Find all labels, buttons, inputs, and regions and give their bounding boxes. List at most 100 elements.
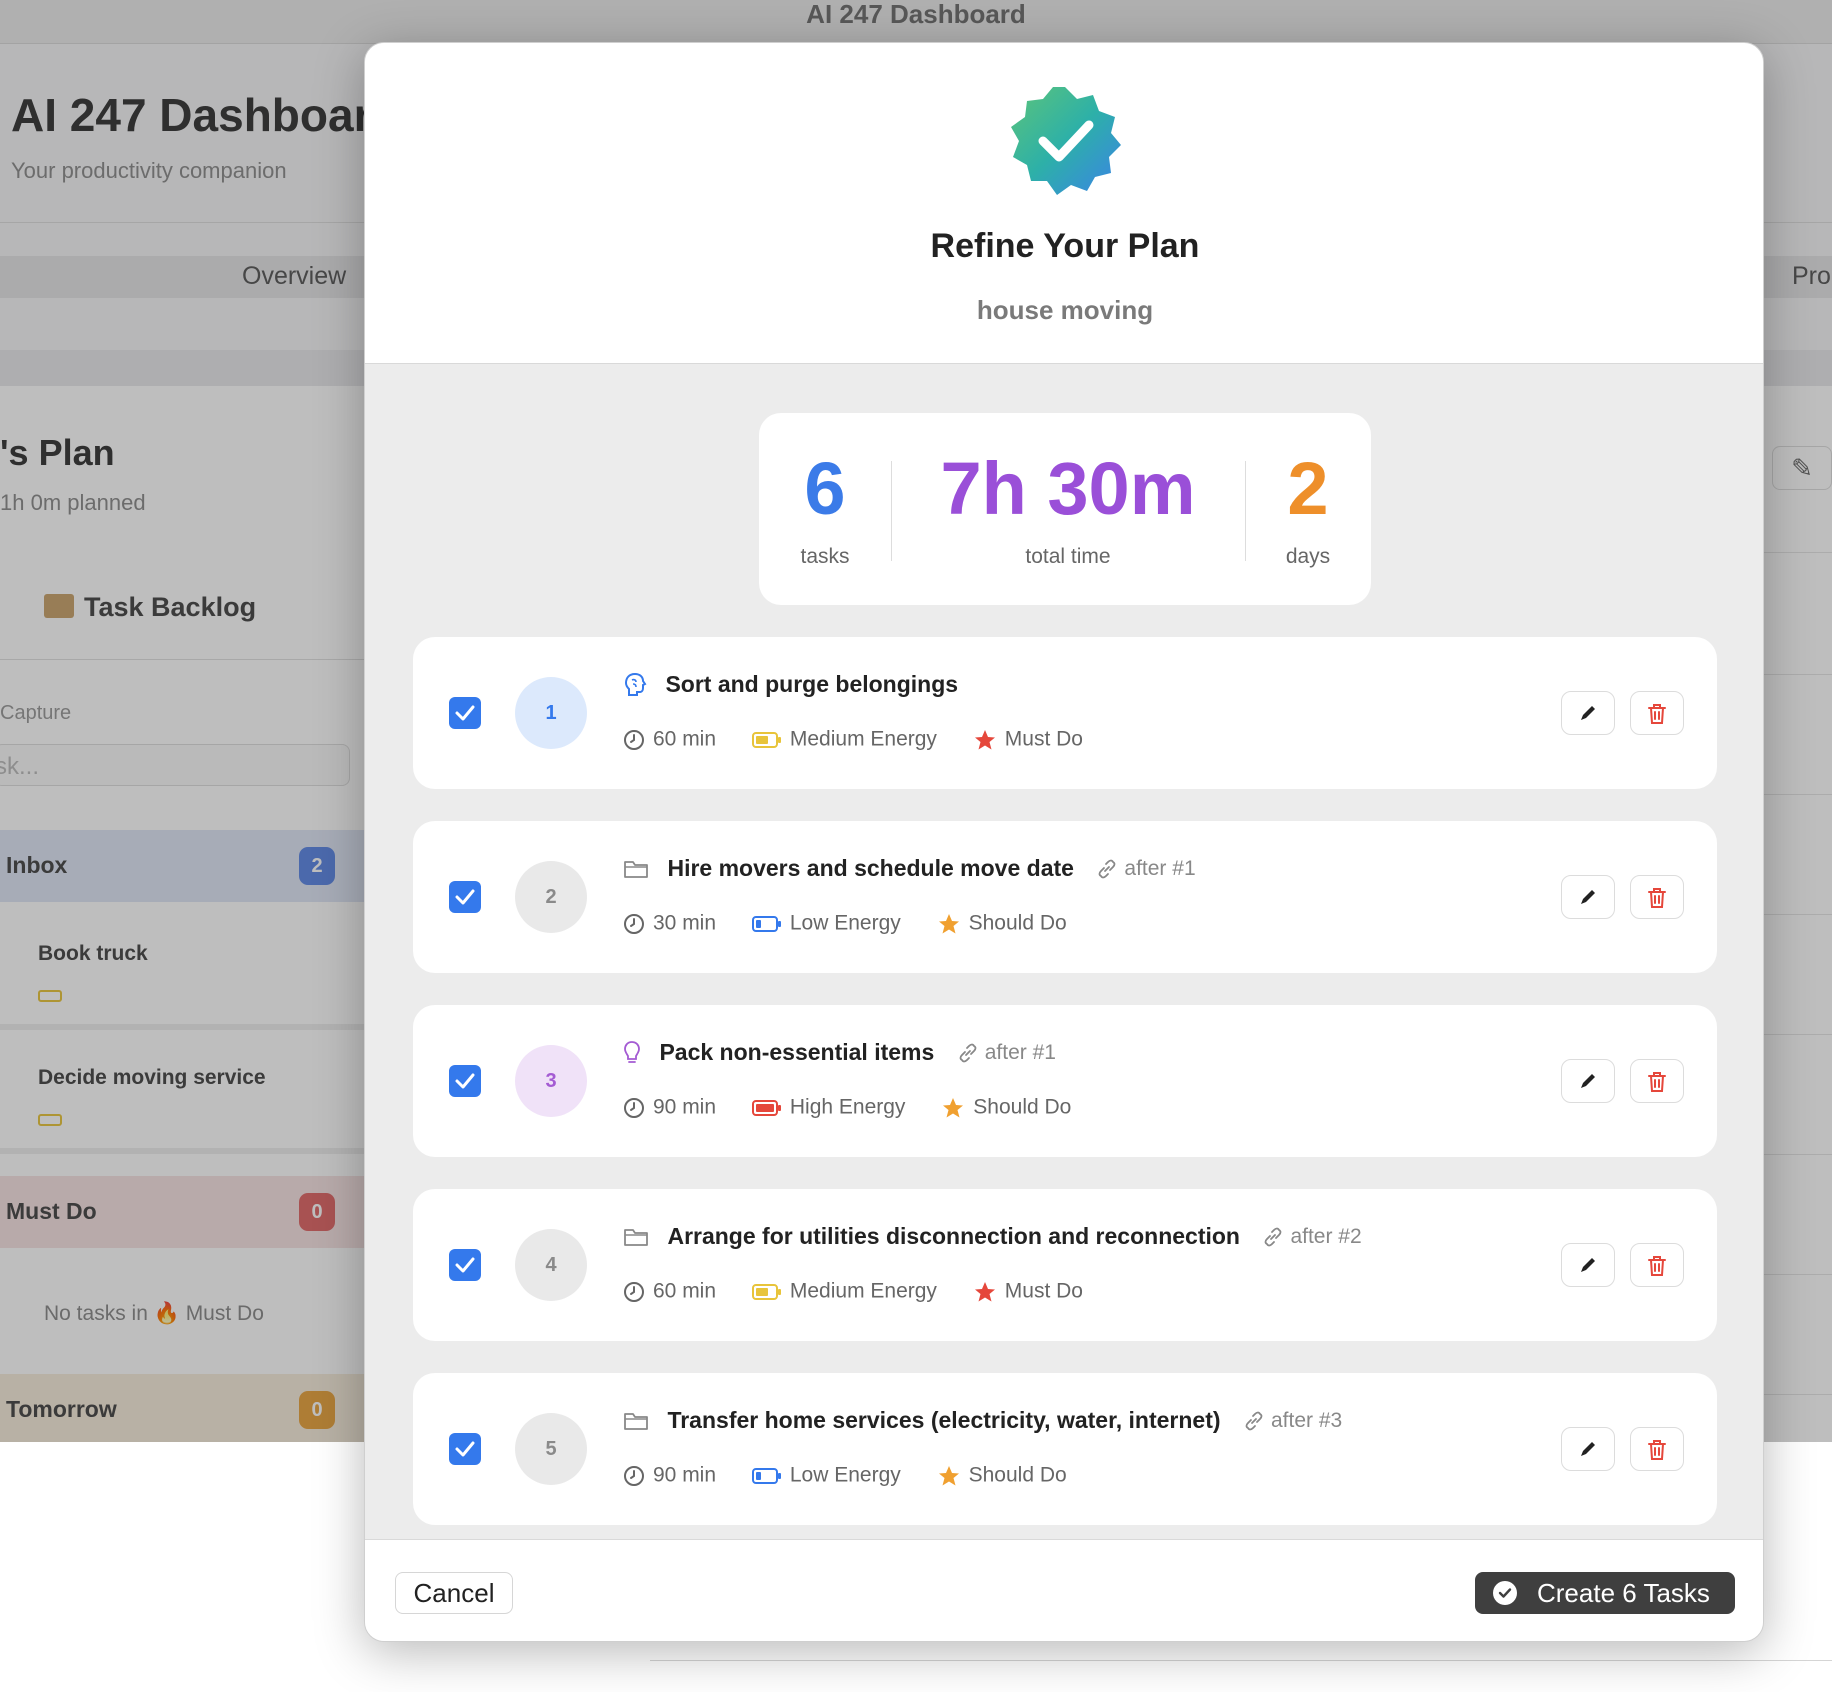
brain-icon — [624, 672, 647, 696]
task-card: 1 Sort and purge belongings 60 min Mediu… — [413, 637, 1717, 789]
edit-task-button[interactable] — [1561, 691, 1615, 735]
task-meta: 90 min Low Energy Should Do — [623, 1463, 1097, 1491]
pencil-icon — [1581, 706, 1595, 720]
stat-value: 2 — [1287, 447, 1329, 530]
energy-label: Low Energy — [789, 911, 901, 935]
delete-task-button[interactable] — [1630, 875, 1684, 919]
edit-task-button[interactable] — [1561, 1059, 1615, 1103]
task-title-row: Hire movers and schedule move date after… — [623, 855, 1196, 887]
battery-medium-icon — [751, 731, 781, 748]
task-number: 3 — [515, 1045, 587, 1117]
priority-label: Should Do — [973, 1095, 1072, 1119]
edit-task-button[interactable] — [1561, 1243, 1615, 1287]
task-checkbox[interactable] — [449, 1065, 481, 1097]
verified-badge-icon — [1011, 87, 1121, 195]
dependency-label: after #1 — [1124, 856, 1196, 880]
task-number: 4 — [515, 1229, 587, 1301]
star-icon — [938, 1465, 959, 1486]
task-energy: Low Energy — [751, 911, 901, 935]
trash-icon — [1648, 1256, 1666, 1276]
stat-value: 7h 30m — [940, 447, 1196, 530]
task-list: 1 Sort and purge belongings 60 min Mediu… — [413, 637, 1717, 1577]
modal-header: Refine Your Plan house moving — [365, 43, 1763, 364]
task-title: Pack non-essential items — [659, 1039, 935, 1065]
delete-task-button[interactable] — [1630, 691, 1684, 735]
battery-low-icon — [751, 915, 781, 932]
edit-task-button[interactable] — [1561, 1427, 1615, 1471]
task-energy: High Energy — [751, 1095, 906, 1119]
dependency-label: after #1 — [984, 1040, 1056, 1064]
task-priority: Must Do — [973, 727, 1083, 751]
task-meta: 30 min Low Energy Should Do — [623, 911, 1097, 939]
clock-icon — [624, 1465, 644, 1486]
delete-task-button[interactable] — [1630, 1243, 1684, 1287]
task-title: Arrange for utilities disconnection and … — [667, 1223, 1240, 1249]
pencil-icon — [1581, 1074, 1595, 1088]
task-priority: Should Do — [941, 1095, 1071, 1119]
star-icon — [938, 913, 959, 934]
trash-icon — [1648, 1072, 1666, 1092]
stat-total-time: 7h 30m total time — [891, 413, 1245, 605]
battery-high-icon — [751, 1099, 781, 1116]
stat-label: tasks — [800, 545, 850, 568]
task-duration: 30 min — [623, 911, 716, 935]
pencil-icon — [1581, 1442, 1595, 1456]
clock-icon — [624, 1281, 644, 1302]
priority-label: Must Do — [1004, 1279, 1083, 1303]
clock-icon — [624, 729, 644, 750]
folder-icon — [624, 1228, 648, 1246]
duration-label: 60 min — [653, 727, 717, 751]
checkmark-icon — [455, 1257, 475, 1273]
energy-label: High Energy — [789, 1095, 906, 1119]
create-tasks-button[interactable]: Create 6 Tasks — [1475, 1572, 1735, 1614]
task-title-row: Transfer home services (electricity, wat… — [623, 1407, 1342, 1439]
task-title: Hire movers and schedule move date — [667, 855, 1074, 881]
duration-label: 30 min — [653, 911, 717, 935]
task-duration: 60 min — [623, 727, 716, 751]
checkmark-icon — [455, 889, 475, 905]
pencil-icon — [1581, 890, 1595, 904]
dependency-label: after #3 — [1271, 1408, 1343, 1432]
task-meta: 60 min Medium Energy Must Do — [623, 1279, 1113, 1307]
link-icon — [1265, 1227, 1282, 1246]
delete-task-button[interactable] — [1630, 1059, 1684, 1103]
stat-days: 2 days — [1245, 413, 1371, 605]
link-icon — [1099, 859, 1116, 878]
task-checkbox[interactable] — [449, 697, 481, 729]
link-icon — [959, 1043, 977, 1062]
trash-icon — [1648, 888, 1666, 908]
battery-low-icon — [751, 1467, 781, 1484]
task-dependency: after #2 — [1262, 1225, 1362, 1249]
delete-task-button[interactable] — [1630, 1427, 1684, 1471]
star-icon — [974, 1281, 995, 1302]
task-energy: Low Energy — [751, 1463, 901, 1487]
star-icon — [974, 729, 995, 750]
task-title-row: Sort and purge belongings — [623, 671, 958, 703]
cancel-button[interactable]: Cancel — [395, 1572, 513, 1614]
task-title: Sort and purge belongings — [665, 671, 959, 697]
stat-label: total time — [1025, 545, 1111, 568]
task-checkbox[interactable] — [449, 1433, 481, 1465]
duration-label: 60 min — [653, 1279, 717, 1303]
task-title-row: Arrange for utilities disconnection and … — [623, 1223, 1362, 1255]
star-icon — [943, 1097, 964, 1118]
priority-label: Should Do — [968, 1463, 1067, 1487]
task-card: 4 Arrange for utilities disconnection an… — [413, 1189, 1717, 1341]
energy-label: Low Energy — [789, 1463, 901, 1487]
edit-task-button[interactable] — [1561, 875, 1615, 919]
task-dependency: after #1 — [1096, 856, 1196, 881]
task-checkbox[interactable] — [449, 881, 481, 913]
refine-plan-modal: Refine Your Plan house moving 6 tasks 7h… — [364, 42, 1764, 1642]
pencil-icon — [1581, 1258, 1595, 1272]
task-priority: Must Do — [973, 1279, 1083, 1303]
task-checkbox[interactable] — [449, 1249, 481, 1281]
energy-label: Medium Energy — [789, 1279, 937, 1303]
task-title-row: Pack non-essential items after #1 — [623, 1039, 1056, 1071]
battery-medium-icon — [751, 1283, 781, 1300]
modal-title: Refine Your Plan — [930, 227, 1200, 265]
checkmark-icon — [455, 705, 475, 721]
task-priority: Should Do — [937, 911, 1067, 935]
plan-stats-card: 6 tasks 7h 30m total time 2 days — [759, 413, 1371, 605]
clock-icon — [624, 1097, 644, 1118]
modal-subtitle: house moving — [976, 295, 1154, 325]
